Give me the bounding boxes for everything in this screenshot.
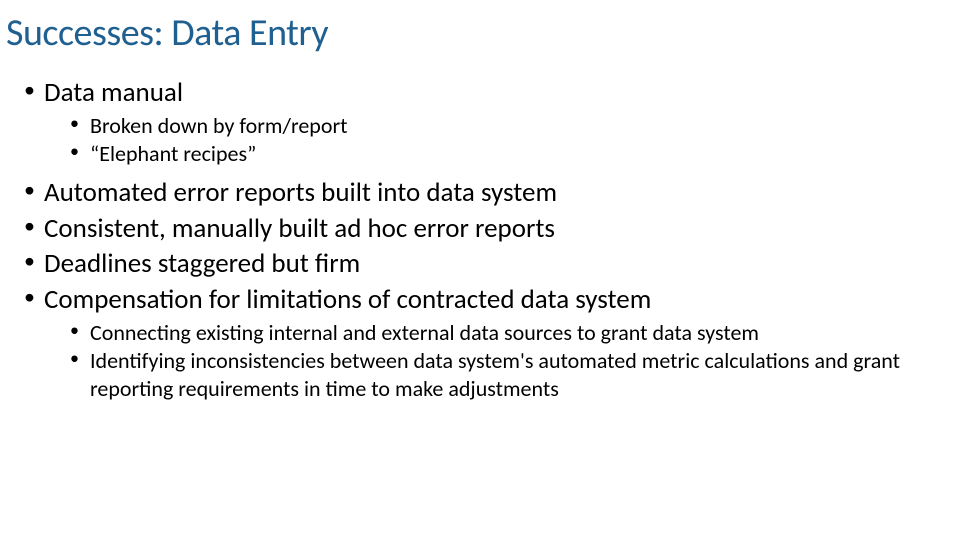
list-item: Deadlines staggered but firm: [0, 247, 960, 281]
list-item: Connecting existing internal and externa…: [0, 319, 960, 347]
list-item: Data manual: [0, 76, 960, 110]
bullet-list: Data manual Broken down by form/report “…: [0, 76, 960, 402]
list-item: Compensation for limitations of contract…: [0, 283, 960, 317]
list-item: Identifying inconsistencies between data…: [0, 347, 960, 402]
slide-title: Successes: Data Entry: [0, 10, 960, 56]
list-item: Automated error reports built into data …: [0, 176, 960, 210]
list-item: “Elephant recipes”: [0, 140, 960, 168]
list-item: Consistent, manually built ad hoc error …: [0, 212, 960, 246]
list-item: Broken down by form/report: [0, 112, 960, 140]
